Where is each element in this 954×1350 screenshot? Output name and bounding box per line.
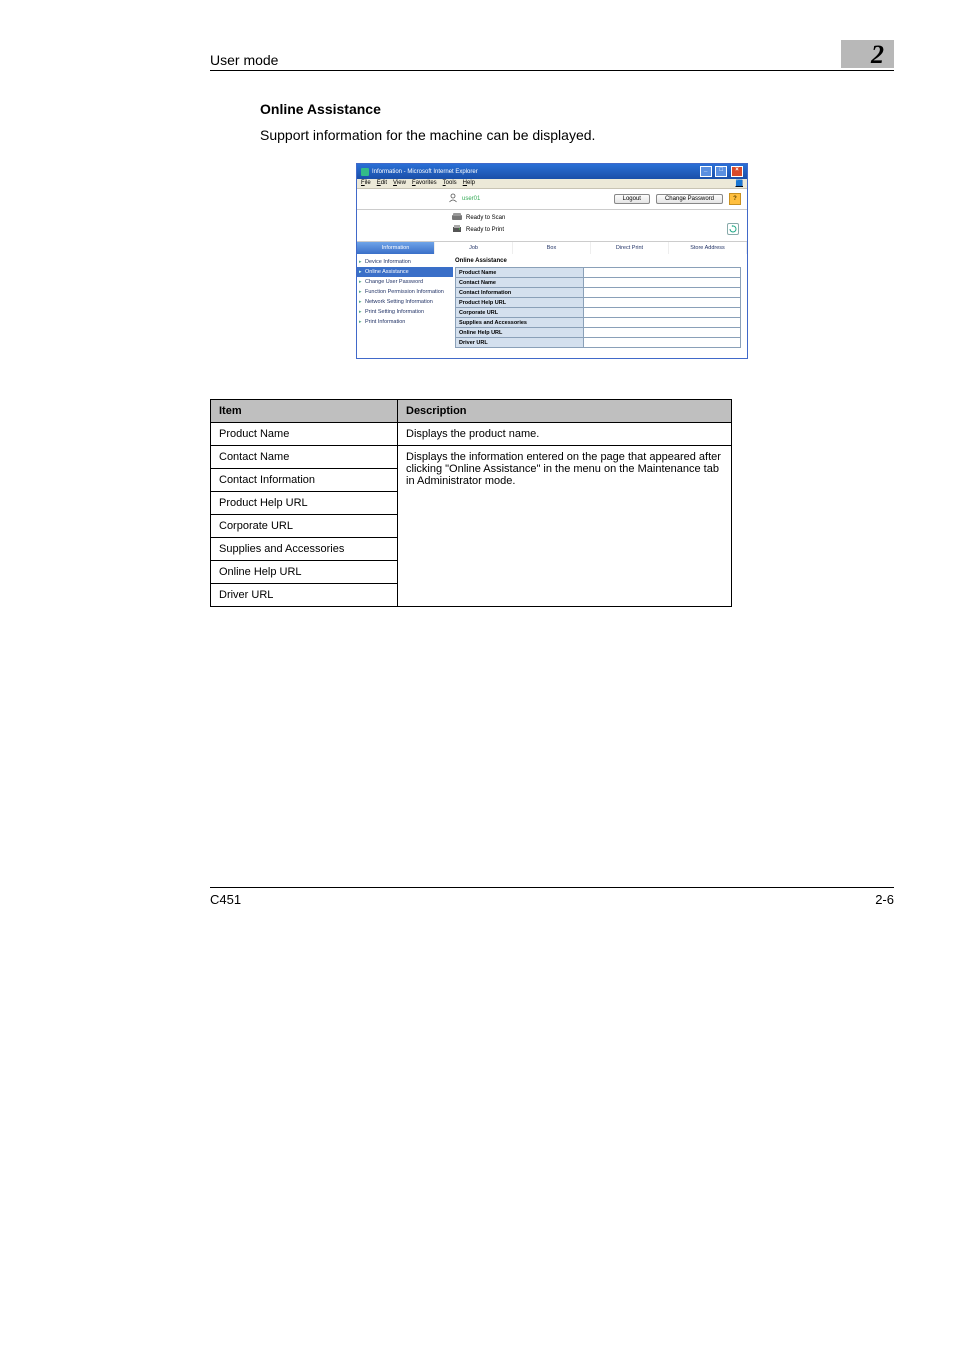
row-corporate-url-value — [584, 308, 741, 318]
change-password-button[interactable]: Change Password — [656, 194, 723, 204]
row-supplies-accessories-value — [584, 318, 741, 328]
pane-title: Online Assistance — [455, 258, 741, 264]
logout-button[interactable]: Logout — [614, 194, 650, 204]
row-product-name: Product Name — [456, 268, 584, 278]
tab-strip: Information Job Box Direct Print Store A… — [357, 242, 747, 254]
row-online-help-url-value — [584, 328, 741, 338]
tab-store-address[interactable]: Store Address — [669, 242, 747, 254]
maximize-icon[interactable]: □ — [715, 166, 727, 177]
footer-model: C451 — [210, 892, 875, 907]
desc-remaining: Displays the information entered on the … — [398, 446, 732, 607]
tab-box[interactable]: Box — [513, 242, 591, 254]
row-supplies-accessories: Supplies and Accessories — [456, 318, 584, 328]
chapter-number: 2 — [841, 40, 894, 68]
menu-edit[interactable]: Edit — [377, 180, 387, 187]
menu-tools[interactable]: Tools — [443, 180, 457, 187]
th-item: Item — [211, 400, 398, 423]
footer-page: 2-6 — [875, 892, 894, 907]
scanner-icon — [452, 213, 462, 223]
header-section: User mode — [210, 52, 841, 68]
sidebar-item-network-setting[interactable]: Network Setting Information — [357, 297, 453, 307]
ie-icon — [361, 168, 369, 176]
item-online-help-url: Online Help URL — [211, 561, 398, 584]
sidebar-item-print-information[interactable]: Print Information — [357, 317, 453, 327]
row-contact-name-value — [584, 278, 741, 288]
menu-favorites[interactable]: Favorites — [412, 180, 437, 187]
user-name: user01 — [462, 196, 480, 202]
row-driver-url-value — [584, 338, 741, 348]
item-contact-information: Contact Information — [211, 469, 398, 492]
window-title: Information - Microsoft Internet Explore… — [372, 169, 478, 175]
th-description: Description — [398, 400, 732, 423]
refresh-icon[interactable] — [727, 223, 739, 235]
window-buttons: _ □ × — [698, 166, 743, 177]
item-contact-name: Contact Name — [211, 446, 398, 469]
description-table: Item Description Product Name Displays t… — [210, 399, 732, 607]
tab-job[interactable]: Job — [435, 242, 513, 254]
window-titlebar: Information - Microsoft Internet Explore… — [357, 164, 747, 179]
row-driver-url: Driver URL — [456, 338, 584, 348]
row-product-help-url: Product Help URL — [456, 298, 584, 308]
menubar: File Edit View Favorites Tools Help 🟦 — [357, 179, 747, 189]
menu-help[interactable]: Help — [463, 180, 475, 187]
sidebar-item-change-user-password[interactable]: Change User Password — [357, 277, 453, 287]
item-supplies-accessories: Supplies and Accessories — [211, 538, 398, 561]
section-body: Support information for the machine can … — [260, 127, 894, 143]
desc-product-name: Displays the product name. — [398, 423, 732, 446]
row-contact-information-value — [584, 288, 741, 298]
row-contact-name: Contact Name — [456, 278, 584, 288]
row-contact-information: Contact Information — [456, 288, 584, 298]
status-print: Ready to Print — [466, 227, 504, 233]
sidebar: Device Information Online Assistance Cha… — [357, 254, 453, 358]
row-online-help-url: Online Help URL — [456, 328, 584, 338]
item-driver-url: Driver URL — [211, 584, 398, 607]
user-icon — [448, 193, 458, 205]
help-icon[interactable]: ? — [729, 193, 741, 205]
online-assistance-table: Product Name Contact Name Contact Inform… — [455, 267, 741, 348]
sidebar-item-device-information[interactable]: Device Information — [357, 257, 453, 267]
screenshot-browser: Information - Microsoft Internet Explore… — [356, 163, 748, 359]
status-scan: Ready to Scan — [466, 215, 505, 221]
printer-icon — [452, 225, 462, 235]
item-product-name: Product Name — [211, 423, 398, 446]
sidebar-item-function-permission[interactable]: Function Permission Information — [357, 287, 453, 297]
row-corporate-url: Corporate URL — [456, 308, 584, 318]
tab-direct-print[interactable]: Direct Print — [591, 242, 669, 254]
menu-file[interactable]: File — [361, 180, 371, 187]
close-icon[interactable]: × — [731, 166, 743, 177]
section-heading: Online Assistance — [260, 101, 894, 117]
tab-information[interactable]: Information — [357, 242, 435, 254]
minimize-icon[interactable]: _ — [700, 166, 712, 177]
item-corporate-url: Corporate URL — [211, 515, 398, 538]
menu-view[interactable]: View — [393, 180, 406, 187]
sidebar-item-online-assistance[interactable]: Online Assistance — [357, 267, 453, 277]
row-product-name-value — [584, 268, 741, 278]
ie-flag-icon: 🟦 — [736, 180, 743, 187]
row-product-help-url-value — [584, 298, 741, 308]
item-product-help-url: Product Help URL — [211, 492, 398, 515]
sidebar-item-print-setting[interactable]: Print Setting Information — [357, 307, 453, 317]
